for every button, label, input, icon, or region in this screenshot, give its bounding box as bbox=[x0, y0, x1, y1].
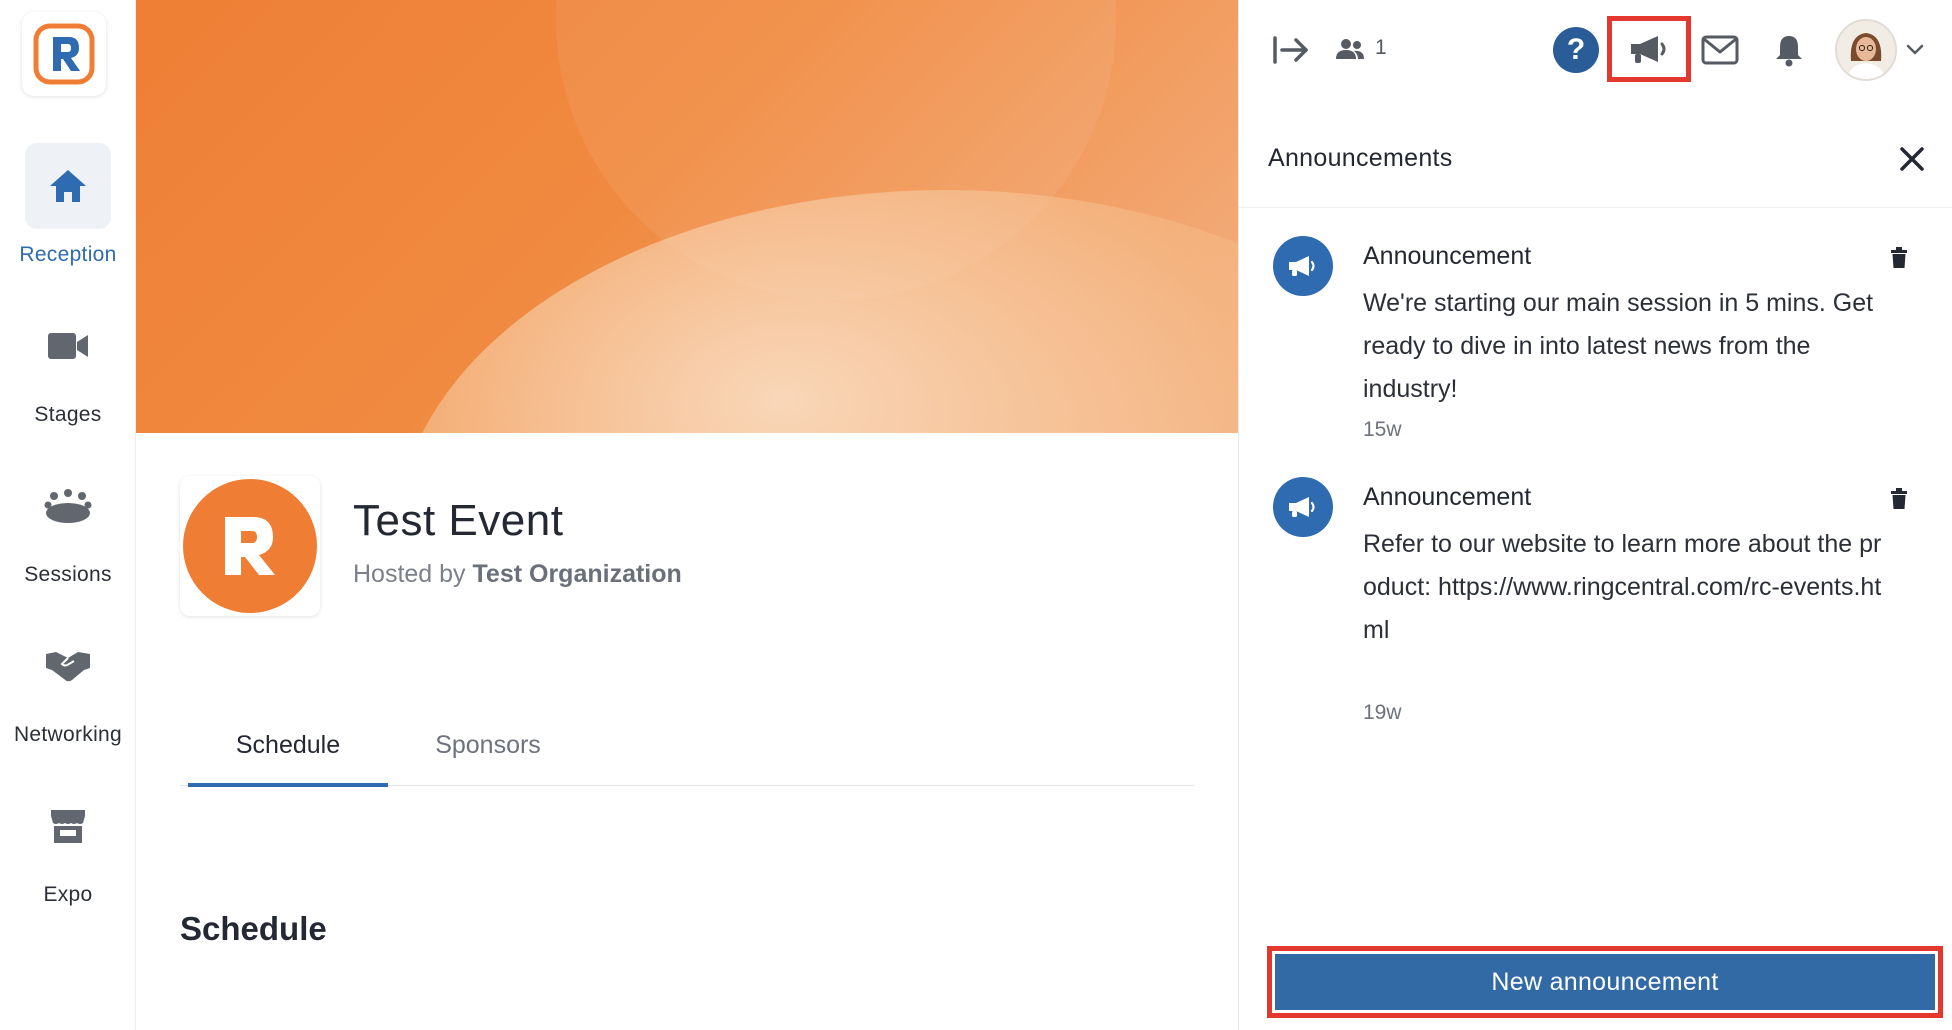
handshake-icon bbox=[46, 652, 90, 682]
arrow-right-to-line-icon bbox=[1273, 36, 1308, 64]
tab-sponsors[interactable]: Sponsors bbox=[388, 704, 588, 786]
announcement-item: Announcement Refer to our website to lea… bbox=[1239, 477, 1952, 737]
avatar-photo-icon bbox=[1837, 21, 1895, 79]
collapse-panel-button[interactable] bbox=[1271, 30, 1311, 70]
announcement-time: 19w bbox=[1363, 701, 1402, 724]
panel-title: Announcements bbox=[1268, 144, 1453, 172]
announcement-time: 15w bbox=[1363, 418, 1402, 441]
bell-icon bbox=[1776, 36, 1802, 67]
new-announcement-highlight: New announcement bbox=[1267, 946, 1943, 1018]
sidebar-item-label: Stages bbox=[34, 403, 102, 426]
ringcentral-r-icon bbox=[225, 517, 275, 575]
event-banner bbox=[136, 0, 1238, 433]
announcement-avatar bbox=[1273, 477, 1333, 537]
group-icon bbox=[44, 489, 92, 523]
attendee-count: 1 bbox=[1375, 36, 1387, 59]
delete-announcement-button[interactable] bbox=[1887, 244, 1911, 272]
nav-icon-wrap bbox=[25, 783, 111, 869]
announcement-body: We're starting our main session in 5 min… bbox=[1363, 289, 1874, 403]
chevron-down-icon bbox=[1906, 44, 1924, 55]
sidebar-item-stages[interactable]: Stages bbox=[0, 303, 136, 427]
schedule-section-title: Schedule bbox=[180, 910, 327, 947]
tab-schedule[interactable]: Schedule bbox=[188, 704, 388, 787]
announcements-button[interactable] bbox=[1617, 25, 1681, 73]
video-camera-icon bbox=[48, 333, 88, 359]
people-icon bbox=[1336, 39, 1364, 59]
nav-icon-wrap bbox=[25, 143, 111, 229]
sidebar-item-reception[interactable]: Reception bbox=[0, 143, 136, 267]
organization-name[interactable]: Test Organization bbox=[473, 560, 682, 588]
event-logo-circle bbox=[183, 479, 317, 613]
sidebar-item-expo[interactable]: Expo bbox=[0, 783, 136, 907]
nav-icon-wrap bbox=[25, 623, 111, 709]
main-content: Test Event Hosted by Test Organization S… bbox=[136, 0, 1238, 1030]
trash-icon bbox=[1891, 247, 1907, 268]
megaphone-icon bbox=[1289, 497, 1315, 517]
notifications-button[interactable] bbox=[1769, 28, 1809, 72]
app-logo[interactable] bbox=[22, 12, 106, 96]
trash-icon bbox=[1891, 488, 1907, 509]
new-announcement-button[interactable]: New announcement bbox=[1275, 954, 1935, 1010]
panel-header: Announcements bbox=[1239, 108, 1952, 208]
sidebar: Reception Stages Sessions Networking Exp… bbox=[0, 0, 136, 1030]
sidebar-item-label: Networking bbox=[13, 723, 123, 746]
announcement-title: Announcement bbox=[1363, 242, 1532, 270]
user-menu-toggle[interactable] bbox=[1905, 40, 1925, 60]
close-panel-button[interactable] bbox=[1893, 140, 1931, 178]
sidebar-item-label: Reception bbox=[19, 243, 117, 266]
announcement-avatar bbox=[1273, 236, 1333, 296]
event-tabs: Schedule Sponsors bbox=[180, 704, 1194, 787]
envelope-icon bbox=[1701, 35, 1739, 65]
sidebar-item-label: Expo bbox=[43, 883, 93, 906]
question-mark-icon: ? bbox=[1566, 33, 1586, 66]
delete-announcement-button[interactable] bbox=[1887, 485, 1911, 513]
close-icon bbox=[1900, 147, 1924, 171]
ringcentral-logo-icon bbox=[33, 23, 95, 85]
event-host: Hosted by Test Organization bbox=[353, 560, 682, 589]
user-avatar[interactable] bbox=[1835, 19, 1897, 81]
home-icon bbox=[50, 170, 86, 202]
nav-icon-wrap bbox=[25, 303, 111, 389]
help-button[interactable]: ? bbox=[1553, 27, 1599, 73]
announcement-item: Announcement We're starting our main ses… bbox=[1239, 236, 1952, 456]
messages-button[interactable] bbox=[1697, 28, 1743, 72]
event-title: Test Event bbox=[353, 496, 564, 545]
sidebar-item-networking[interactable]: Networking bbox=[0, 623, 136, 747]
nav-icon-wrap bbox=[25, 463, 111, 549]
megaphone-icon bbox=[1631, 36, 1666, 63]
announcement-body: Refer to our website to learn more about… bbox=[1363, 530, 1882, 644]
booth-icon bbox=[51, 810, 85, 843]
attendees-button[interactable] bbox=[1335, 34, 1365, 64]
banner-decoration bbox=[396, 190, 1238, 433]
top-bar: 1 ? bbox=[1239, 0, 1952, 100]
sidebar-item-sessions[interactable]: Sessions bbox=[0, 463, 136, 587]
announcements-panel: 1 ? Announcements Announcement We're sta… bbox=[1238, 0, 1952, 1030]
sidebar-item-label: Sessions bbox=[24, 563, 112, 586]
megaphone-icon bbox=[1289, 256, 1315, 276]
announcement-title: Announcement bbox=[1363, 483, 1532, 511]
hosted-by-label: Hosted by bbox=[353, 560, 466, 588]
event-logo bbox=[180, 476, 320, 616]
